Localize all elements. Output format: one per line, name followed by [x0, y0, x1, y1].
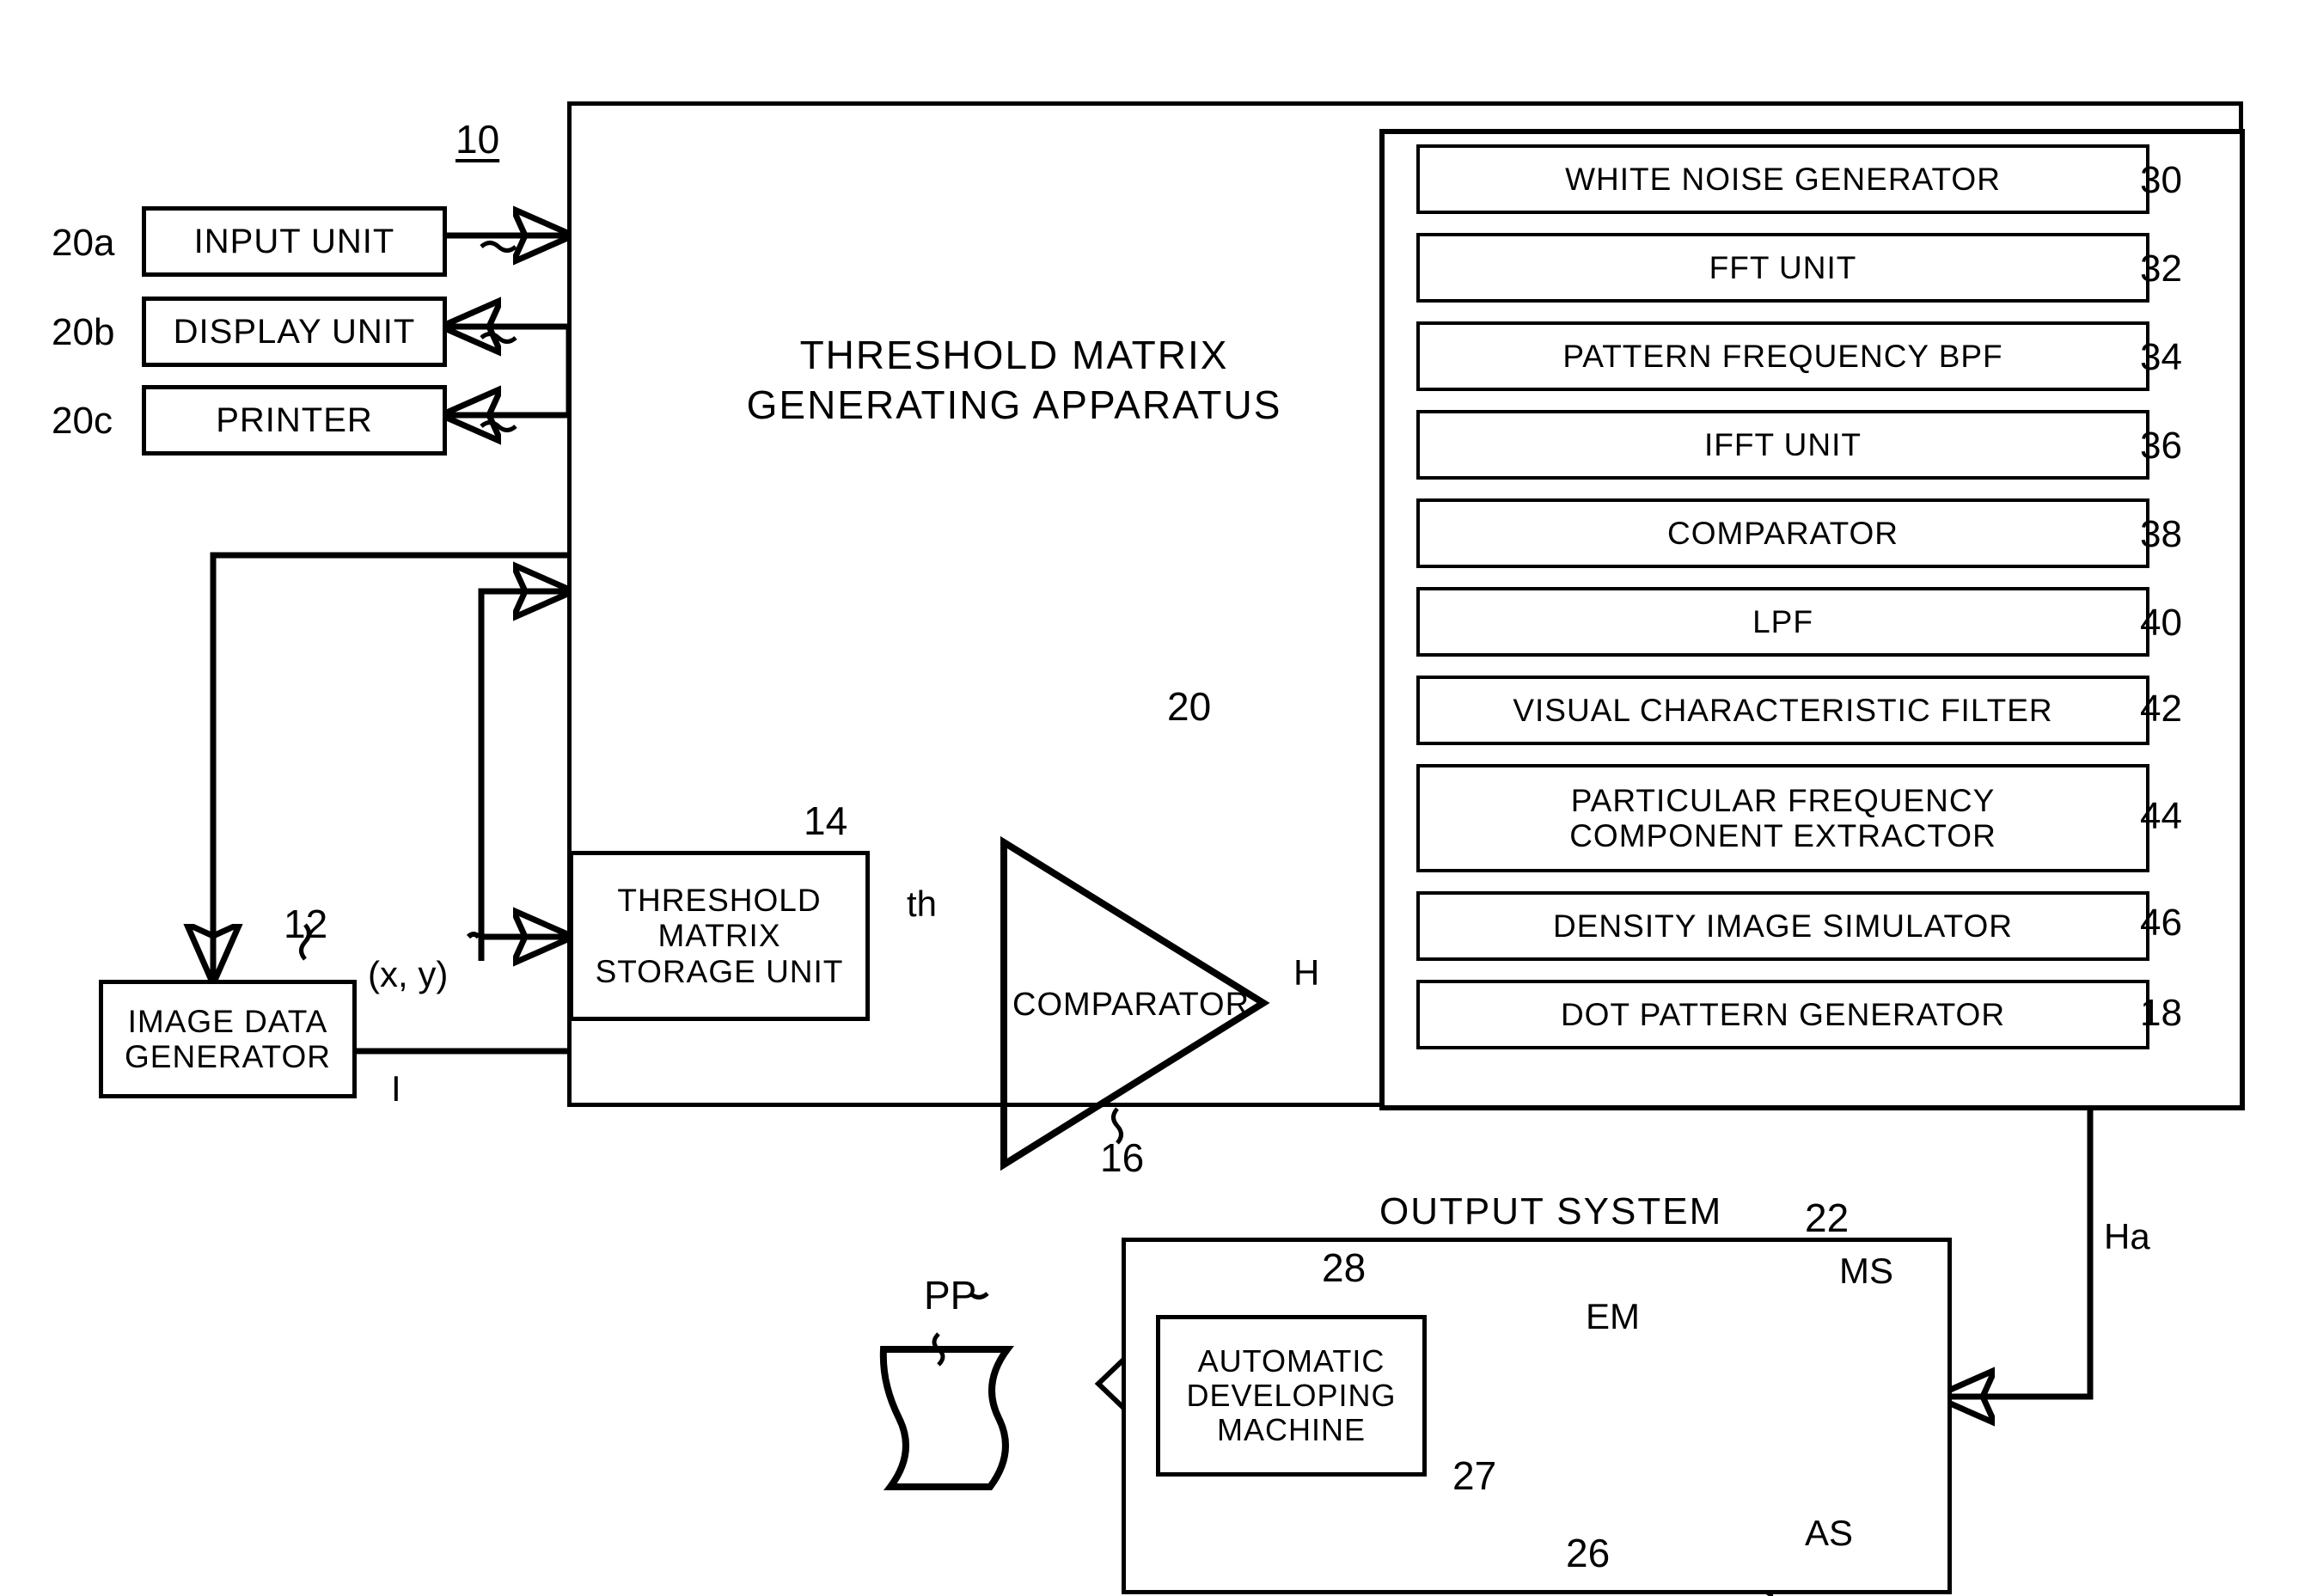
ref-16: 16 — [1100, 1135, 1145, 1180]
ref-27: 27 — [1452, 1453, 1497, 1498]
emulsion-label: EM — [1586, 1296, 1640, 1336]
developing-machine-line1: AUTOMATIC — [1197, 1342, 1385, 1379]
developing-machine-line2: DEVELOPING — [1186, 1377, 1397, 1413]
ref-28: 28 — [1322, 1245, 1367, 1290]
developing-machine-line3: MACHINE — [1216, 1412, 1366, 1448]
patent-figure: THRESHOLD MATRIX GENERATING APPARATUS 10… — [0, 0, 2299, 1596]
printed-paper-label: PP — [924, 1273, 977, 1318]
output-system-title: OUTPUT SYSTEM — [1379, 1190, 1723, 1232]
main-scan-label: MS — [1839, 1251, 1893, 1291]
signal-Ha: Ha — [2104, 1216, 2150, 1257]
automatic-developing-machine-box[interactable]: AUTOMATIC DEVELOPING MACHINE — [1156, 1315, 1427, 1477]
signal-I: I — [391, 1068, 401, 1109]
signal-th: th — [907, 884, 938, 924]
comparator-label: COMPARATOR — [1012, 987, 1250, 1023]
ref-22: 22 — [1805, 1195, 1850, 1240]
signal-H: H — [1293, 952, 1320, 993]
signal-coords: (x, y) — [368, 954, 449, 994]
ref-26: 26 — [1566, 1531, 1611, 1575]
aux-scan-label: AS — [1805, 1513, 1854, 1553]
